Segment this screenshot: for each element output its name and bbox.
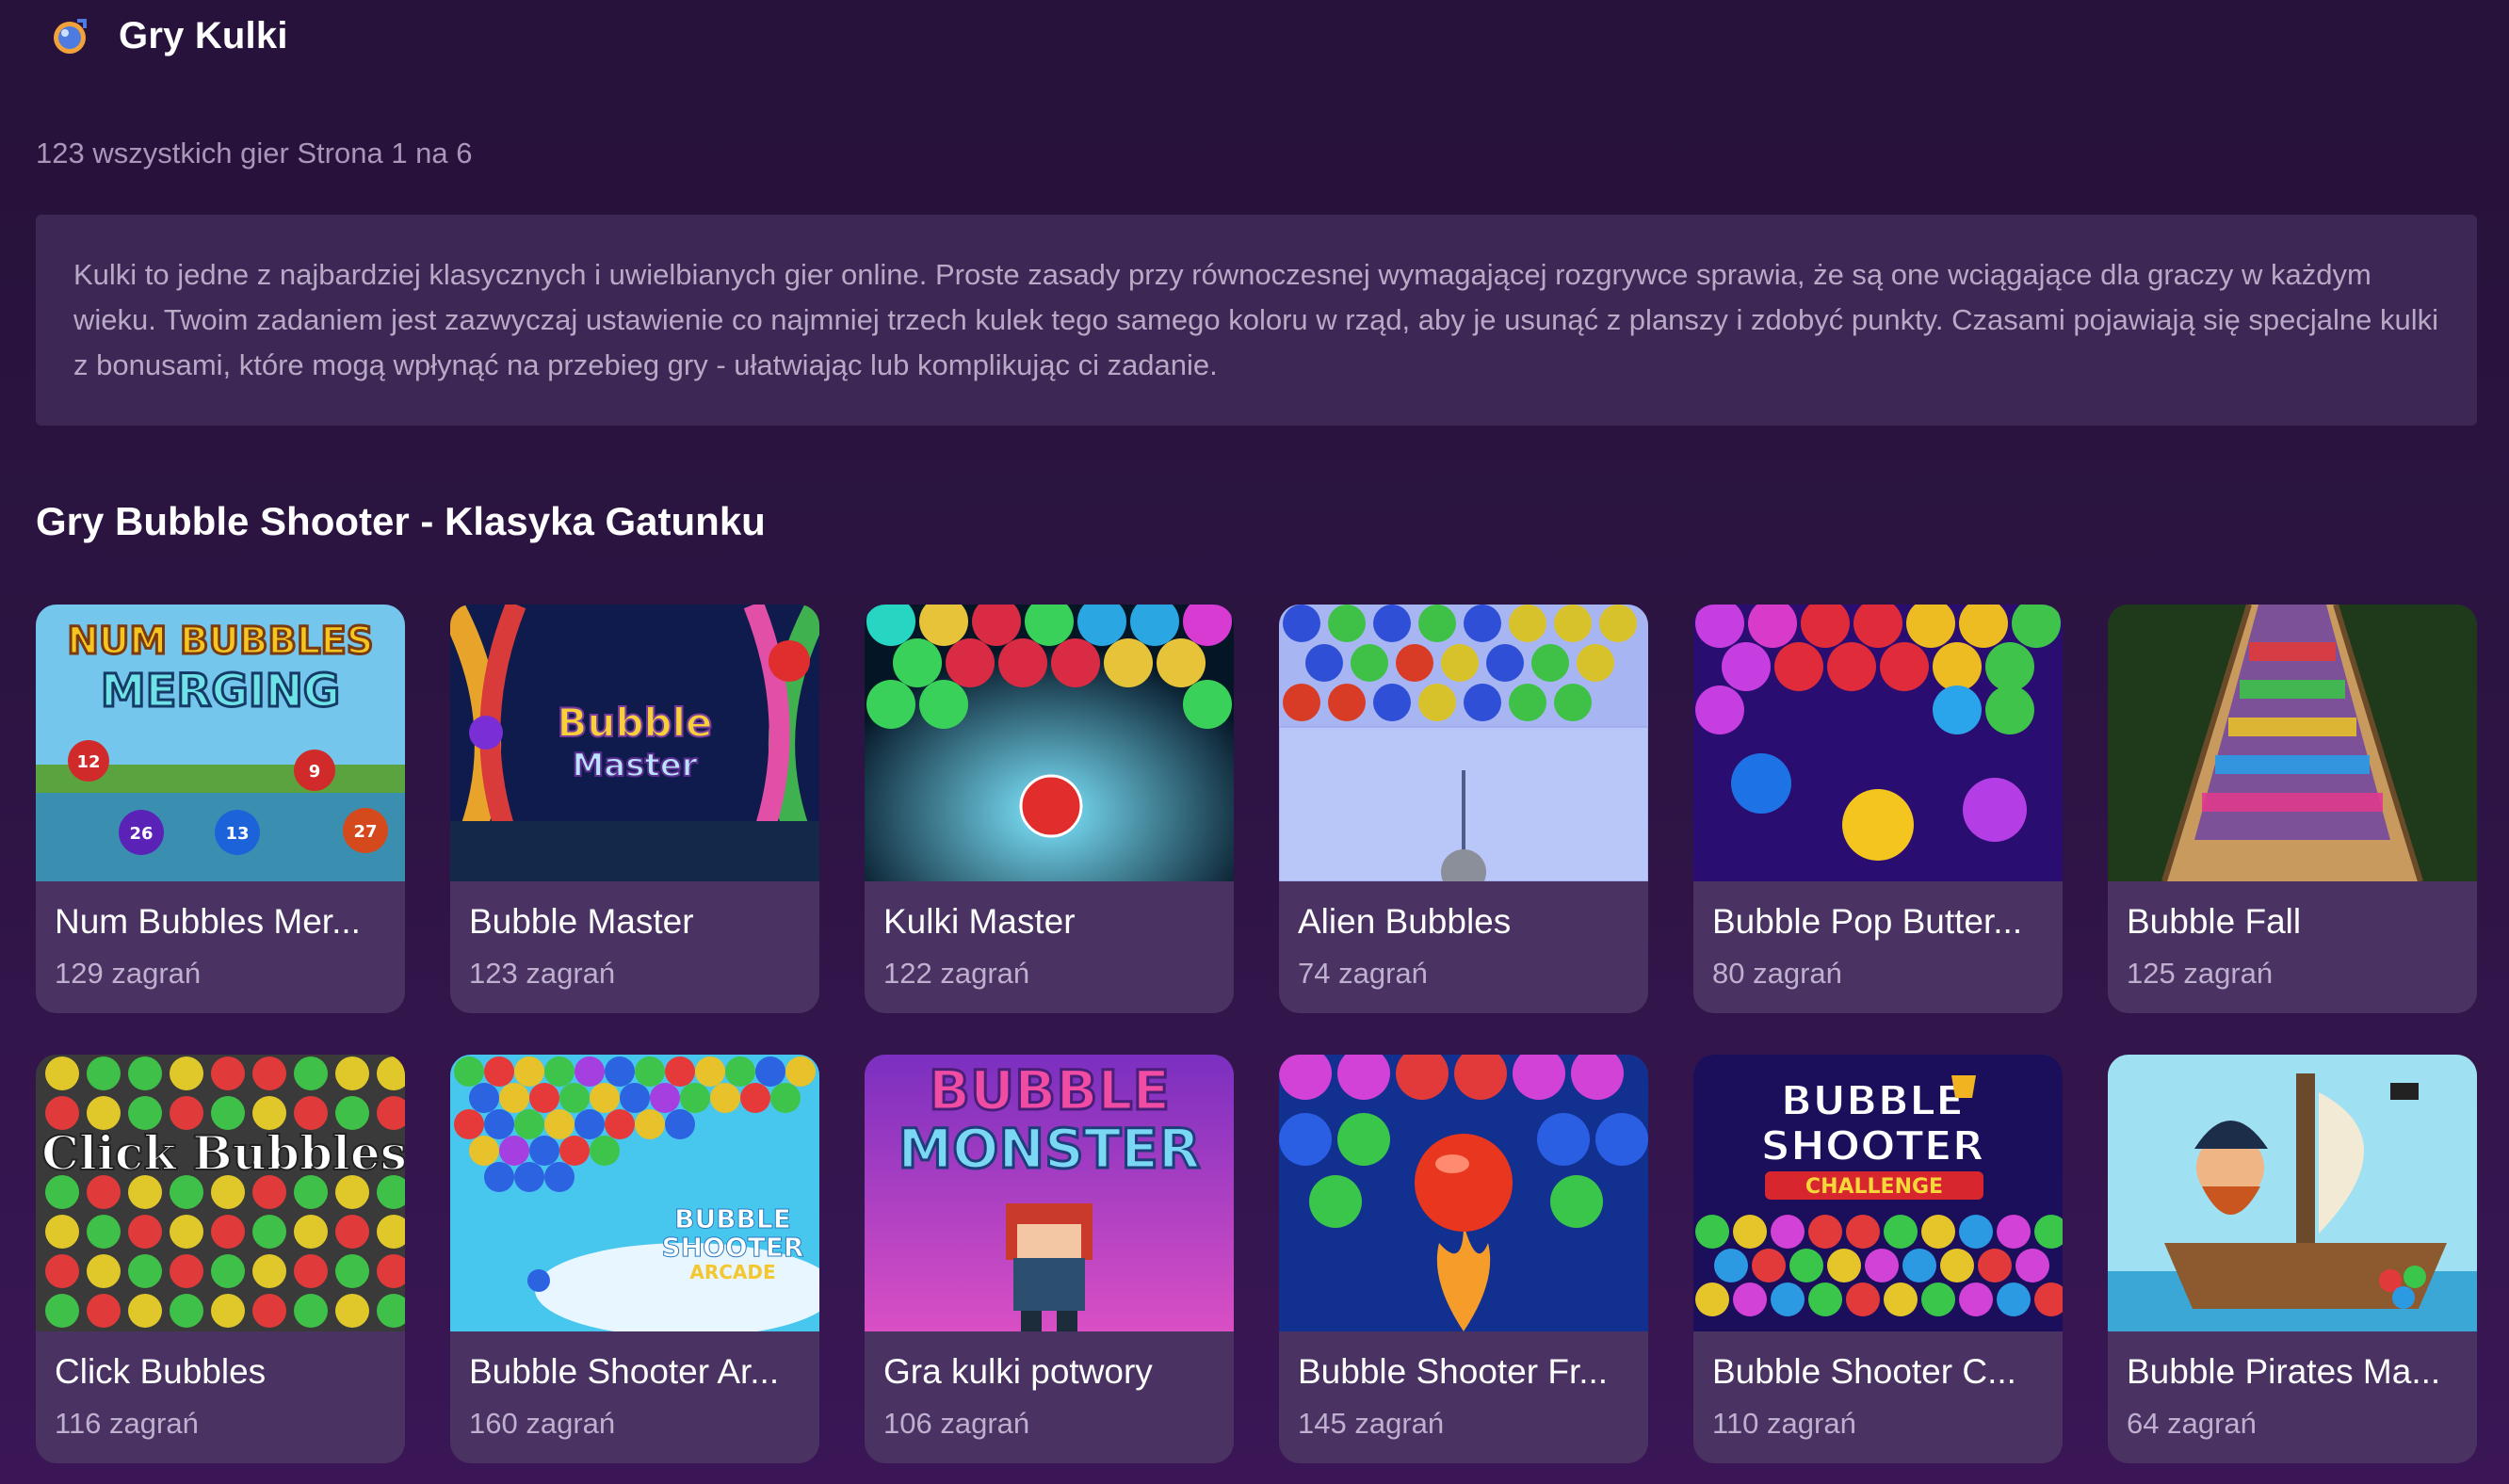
game-card[interactable]: BUBBLE MONSTER Gra kulki potwory 106 zag…: [865, 1055, 1234, 1463]
svg-text:Bubble: Bubble: [558, 700, 713, 746]
game-card[interactable]: Bubble Fall 125 zagrań: [2108, 605, 2477, 1013]
svg-text:13: 13: [225, 824, 249, 844]
game-thumbnail: Click Bubbles: [36, 1055, 405, 1331]
svg-text:9: 9: [309, 762, 321, 782]
game-title: Bubble Pirates Ma...: [2127, 1352, 2441, 1391]
svg-text:NUM BUBBLES: NUM BUBBLES: [67, 620, 373, 663]
game-title: Bubble Shooter Fr...: [1298, 1352, 1609, 1391]
category-description: Kulki to jedne z najbardziej klasycznych…: [36, 215, 2477, 426]
svg-text:ARCADE: ARCADE: [689, 1261, 775, 1283]
game-title: Click Bubbles: [55, 1352, 267, 1391]
svg-text:MONSTER: MONSTER: [898, 1117, 1200, 1181]
svg-text:BUBBLE: BUBBLE: [929, 1058, 1170, 1122]
svg-text:SHOOTER: SHOOTER: [662, 1232, 804, 1263]
svg-text:Click Bubbles: Click Bubbles: [41, 1125, 405, 1181]
game-card[interactable]: Bubble Master Bubble Master 123 zagrań: [450, 605, 819, 1013]
game-thumbnail: [865, 605, 1234, 881]
bubble-icon: [49, 15, 90, 56]
games-grid: NUM BUBBLES MERGING 12 9 26 13 27 Num Bu…: [36, 605, 2477, 1463]
page: Gry Kulki 123 wszystkich gier Strona 1 n…: [0, 0, 2509, 1484]
game-title: Bubble Fall: [2127, 902, 2302, 941]
game-title: Bubble Shooter Ar...: [469, 1352, 780, 1391]
svg-text:BUBBLE: BUBBLE: [1781, 1077, 1964, 1125]
game-plays: 160 zagrań: [469, 1407, 616, 1440]
game-plays: 125 zagrań: [2127, 957, 2274, 990]
game-card[interactable]: Bubble Pop Butter... 80 zagrań: [1693, 605, 2063, 1013]
game-plays: 122 zagrań: [883, 957, 1030, 990]
game-title: Bubble Shooter C...: [1712, 1352, 2016, 1391]
svg-text:BUBBLE: BUBBLE: [674, 1203, 791, 1234]
game-card[interactable]: BUBBLE SHOOTER ARCADE Bubble Shooter Ar.…: [450, 1055, 819, 1463]
game-plays: 106 zagrań: [883, 1407, 1030, 1440]
game-plays: 74 zagrań: [1298, 957, 1428, 990]
game-thumbnail: [1279, 605, 1648, 881]
svg-text:Master: Master: [572, 747, 697, 784]
game-plays: 145 zagrań: [1298, 1407, 1445, 1440]
game-thumbnail: BUBBLE SHOOTER CHALLENGE: [1693, 1055, 2063, 1331]
game-plays: 64 zagrań: [2127, 1407, 2257, 1440]
game-thumbnail: BUBBLE MONSTER: [865, 1055, 1234, 1331]
game-title: Bubble Pop Butter...: [1712, 902, 2023, 941]
game-title: Bubble Master: [469, 902, 694, 941]
game-thumbnail: NUM BUBBLES MERGING 12 9 26 13 27: [36, 605, 405, 881]
game-card[interactable]: Bubble Shooter Fr... 145 zagrań: [1279, 1055, 1648, 1463]
svg-text:MERGING: MERGING: [101, 665, 340, 718]
game-title: Alien Bubbles: [1298, 902, 1512, 941]
game-title: Gra kulki potwory: [883, 1352, 1153, 1391]
svg-text:27: 27: [353, 822, 377, 842]
game-thumbnail: [2108, 605, 2477, 881]
game-thumbnail: [1693, 605, 2063, 881]
game-thumbnail: [2108, 1055, 2477, 1331]
game-plays: 110 zagrań: [1712, 1407, 1856, 1440]
game-card[interactable]: Click Bubbles Click Bubbles 116 zagrań: [36, 1055, 405, 1463]
page-header: Gry Kulki: [49, 11, 288, 60]
game-card[interactable]: Bubble Pirates Ma... 64 zagrań: [2108, 1055, 2477, 1463]
game-count-info: 123 wszystkich gier Strona 1 na 6: [36, 137, 473, 169]
game-plays: 129 zagrań: [55, 957, 202, 990]
game-thumbnail: Bubble Master: [450, 605, 819, 881]
game-thumbnail: BUBBLE SHOOTER ARCADE: [450, 1055, 819, 1331]
game-title: Kulki Master: [883, 902, 1076, 941]
svg-text:SHOOTER: SHOOTER: [1760, 1122, 1983, 1170]
game-plays: 80 zagrań: [1712, 957, 1842, 990]
page-title: Gry Kulki: [119, 14, 288, 56]
game-plays: 116 zagrań: [55, 1407, 199, 1440]
game-thumbnail: [1279, 1055, 1648, 1331]
game-card[interactable]: BUBBLE SHOOTER CHALLENGE Bubble Shooter …: [1693, 1055, 2063, 1463]
section-title: Gry Bubble Shooter - Klasyka Gatunku: [36, 499, 766, 543]
svg-text:12: 12: [76, 752, 100, 772]
game-card[interactable]: Kulki Master 122 zagrań: [865, 605, 1234, 1013]
game-plays: 123 zagrań: [469, 957, 616, 990]
svg-text:26: 26: [129, 824, 153, 844]
game-card[interactable]: NUM BUBBLES MERGING 12 9 26 13 27 Num Bu…: [36, 605, 405, 1013]
game-card[interactable]: Alien Bubbles 74 zagrań: [1279, 605, 1648, 1013]
game-title: Num Bubbles Mer...: [55, 902, 361, 941]
svg-text:CHALLENGE: CHALLENGE: [1805, 1175, 1943, 1199]
